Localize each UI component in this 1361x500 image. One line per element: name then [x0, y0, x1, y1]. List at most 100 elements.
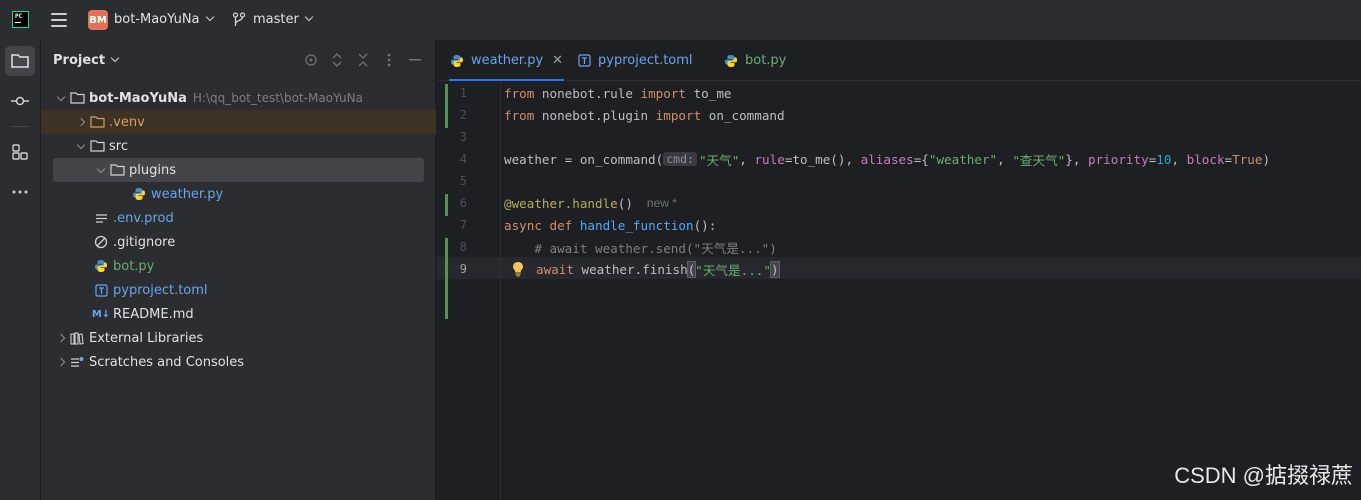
commit-tool-button[interactable] — [5, 86, 35, 116]
folder-excluded-icon — [89, 114, 105, 130]
line-number: 5 — [459, 174, 467, 188]
folder-icon — [69, 90, 85, 106]
python-file-icon — [131, 186, 147, 202]
tree-item-scratches-and-consoles[interactable]: Scratches and Consoles — [41, 350, 436, 374]
tree-item-venv[interactable]: .venv — [41, 110, 436, 134]
code-line-8[interactable]: # await weather.send("天气是...") — [504, 236, 777, 258]
tree-item-label: bot-MaoYuNa — [89, 90, 187, 106]
close-icon[interactable]: ✕ — [552, 53, 563, 68]
tree-item-plugins[interactable]: plugins — [53, 158, 424, 182]
code-line-2[interactable]: from nonebot.plugin import on_command — [504, 104, 785, 126]
branch-switcher[interactable]: master — [253, 12, 314, 27]
expand-all-icon[interactable] — [329, 52, 345, 68]
main-menu-icon[interactable] — [51, 13, 67, 27]
project-panel-title: Project — [53, 53, 106, 68]
tab-label: weather.py — [471, 53, 544, 68]
folder-icon — [89, 138, 105, 154]
code-line-7[interactable]: async def handle_function (): — [504, 214, 716, 236]
code-line-4[interactable]: weather = on_command(cmd: "天气", rule =to_m… — [504, 148, 1270, 170]
tree-item-readme-md[interactable]: M↓ README.md — [41, 302, 436, 326]
python-file-icon — [723, 53, 739, 69]
tree-item-weather-py[interactable]: weather.py — [41, 182, 436, 206]
folder-icon — [109, 162, 125, 178]
parameter-hint: cmd: — [663, 152, 697, 166]
scratches-icon — [69, 354, 85, 370]
chevron-down-icon[interactable] — [93, 162, 109, 178]
editor-area: weather.py ✕ pyproject.toml bot.py 1 2 3… — [437, 40, 1361, 500]
git-branch-icon — [232, 12, 246, 26]
tree-item-label: Scratches and Consoles — [89, 354, 245, 370]
tab-pyproject-toml[interactable]: pyproject.toml — [576, 40, 693, 81]
tree-item-src[interactable]: src — [41, 134, 436, 158]
chevron-down-icon — [205, 12, 214, 22]
toml-file-icon — [576, 53, 592, 69]
structure-tool-button[interactable] — [5, 137, 35, 167]
project-switcher[interactable]: bot-MaoYuNa — [114, 12, 214, 27]
code-line-9[interactable]: await weather.finish("天气是...") — [536, 258, 780, 280]
branch-name: master — [253, 12, 299, 27]
pycharm-logo-icon[interactable]: PC — [12, 11, 29, 28]
tree-item-label: .venv — [109, 114, 145, 130]
root-path: H:\qq_bot_test\bot-MaoYuNa — [192, 91, 363, 105]
code-vision-hint[interactable]: new * — [647, 196, 677, 210]
chevron-right-icon[interactable] — [73, 114, 89, 130]
tab-bot-py[interactable]: bot.py — [723, 40, 786, 81]
activity-separator — [10, 126, 30, 127]
python-file-icon — [449, 53, 465, 69]
line-number: 4 — [459, 152, 467, 166]
code-line-6[interactable]: @weather.handle() new * — [504, 192, 677, 214]
line-number: 2 — [459, 108, 467, 122]
tab-weather-py[interactable]: weather.py ✕ — [449, 40, 564, 81]
tree-item-bot-py[interactable]: bot.py — [41, 254, 436, 278]
chevron-down-icon — [304, 12, 314, 22]
tree-item-gitignore[interactable]: .gitignore — [41, 230, 436, 254]
tree-item-label: .env.prod — [113, 210, 174, 226]
tree-item-label: .gitignore — [113, 234, 176, 250]
tree-item-label: weather.py — [151, 186, 224, 202]
tree-item-label: README.md — [113, 306, 194, 322]
toml-file-icon — [93, 282, 109, 298]
project-panel: Project bot-MaoYuNa H:\qq_bot_test\bot-M… — [41, 40, 436, 500]
tree-item-label: External Libraries — [89, 330, 204, 346]
text-file-icon — [93, 210, 109, 226]
library-icon — [69, 330, 85, 346]
tree-root-bot-maoyuna[interactable]: bot-MaoYuNa H:\qq_bot_test\bot-MaoYuNa — [41, 86, 436, 110]
options-kebab-icon[interactable] — [381, 52, 397, 68]
tree-item-label: src — [109, 138, 128, 154]
structure-icon — [12, 144, 28, 160]
line-number: 9 — [459, 262, 467, 276]
code-line-1[interactable]: from nonebot.rule import to_me — [504, 82, 732, 104]
chevron-down-icon — [110, 53, 120, 63]
tree-item-label: pyproject.toml — [113, 282, 208, 298]
editor-tabs: weather.py ✕ pyproject.toml bot.py — [437, 40, 1361, 81]
locate-file-icon[interactable] — [303, 52, 319, 68]
chevron-down-icon[interactable] — [73, 138, 89, 154]
chevron-right-icon[interactable] — [53, 330, 69, 346]
tree-item-pyproject-toml[interactable]: pyproject.toml — [41, 278, 436, 302]
line-number: 8 — [459, 240, 467, 254]
project-panel-title-button[interactable]: Project — [53, 53, 120, 68]
panel-toolbar — [303, 52, 423, 68]
tab-label: pyproject.toml — [598, 53, 693, 68]
lightbulb-icon[interactable] — [511, 261, 525, 277]
project-tool-button[interactable] — [5, 46, 35, 76]
editor-gutter[interactable]: 1 2 3 4 5 6 7 8 9 — [437, 81, 501, 500]
tree-item-env-prod[interactable]: .env.prod — [41, 206, 436, 230]
commit-icon — [11, 96, 29, 106]
project-name: bot-MaoYuNa — [114, 12, 200, 27]
activity-bar — [0, 40, 41, 500]
more-tools-button[interactable] — [5, 177, 35, 207]
line-number: 6 — [459, 196, 467, 210]
chevron-right-icon[interactable] — [53, 354, 69, 370]
line-number: 1 — [459, 86, 467, 100]
hide-panel-icon[interactable] — [407, 52, 423, 68]
collapse-all-icon[interactable] — [355, 52, 371, 68]
folder-icon — [11, 54, 29, 68]
project-badge[interactable]: BM — [88, 10, 108, 30]
chevron-down-icon[interactable] — [53, 90, 69, 106]
tree-item-label: plugins — [129, 162, 176, 178]
ignore-file-icon — [93, 234, 109, 250]
python-file-icon — [93, 258, 109, 274]
tree-item-external-libraries[interactable]: External Libraries — [41, 326, 436, 350]
line-number: 7 — [459, 218, 467, 232]
